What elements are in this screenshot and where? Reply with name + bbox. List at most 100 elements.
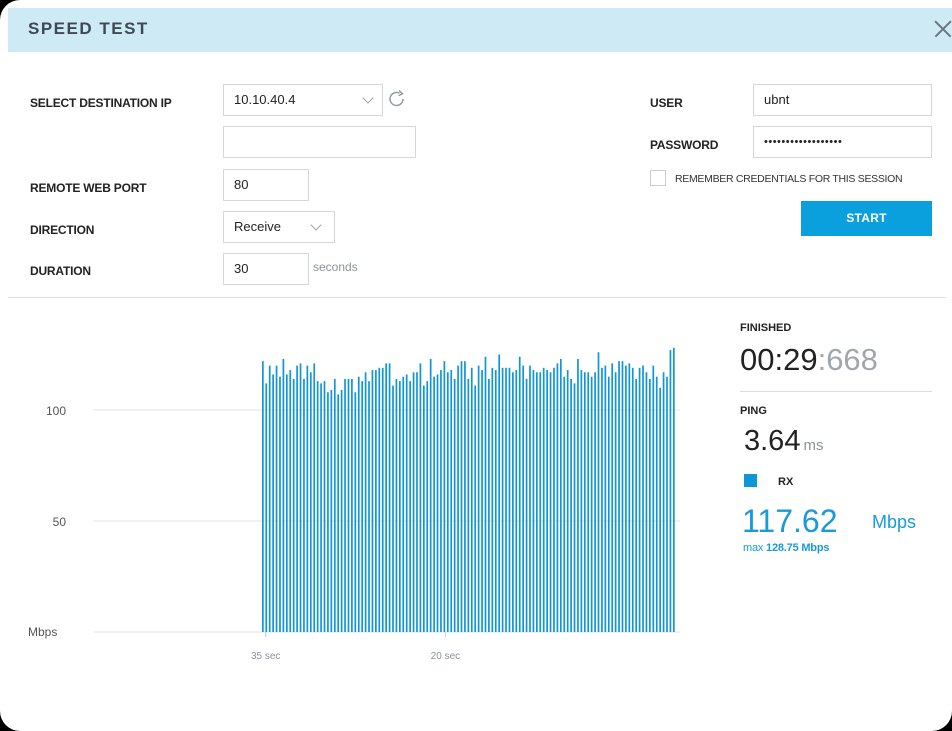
rx-bar xyxy=(313,363,316,632)
rx-bar xyxy=(536,372,538,632)
rx-bar xyxy=(303,378,305,632)
rx-bar xyxy=(265,383,268,632)
rx-bar xyxy=(347,378,350,632)
rx-unit: Mbps xyxy=(872,512,917,532)
rx-bar xyxy=(587,372,590,632)
rx-bar xyxy=(659,387,661,632)
user-label: USER xyxy=(650,96,683,110)
rx-bar xyxy=(344,378,346,632)
x-tick-label: 35 sec xyxy=(251,651,280,662)
remember-credentials-label: REMEMBER CREDENTIALS FOR THIS SESSION xyxy=(675,173,903,185)
rx-bar xyxy=(440,370,442,632)
rx-bar xyxy=(306,365,309,632)
rx-bar xyxy=(385,363,387,632)
chevron-down-icon xyxy=(310,219,322,231)
rx-bar xyxy=(467,378,470,632)
chevron-down-icon xyxy=(362,92,374,104)
rx-bar xyxy=(464,361,466,632)
rx-bar xyxy=(481,370,483,632)
rx-bar xyxy=(364,372,367,632)
secondary-ip-input[interactable] xyxy=(223,126,416,158)
rx-bar xyxy=(529,365,531,632)
remember-credentials-checkbox[interactable] xyxy=(650,170,666,186)
rx-bar xyxy=(631,367,634,632)
rx-bar xyxy=(505,367,507,632)
dialog-title: SPEED TEST xyxy=(28,19,149,38)
rx-bar xyxy=(559,358,562,632)
rx-bar xyxy=(508,367,511,632)
section-divider xyxy=(8,297,946,298)
remote-port-input[interactable]: 80 xyxy=(223,169,309,201)
rx-bar xyxy=(388,363,391,632)
rx-bar xyxy=(662,372,665,632)
rx-bar xyxy=(628,363,631,632)
rx-bar xyxy=(453,378,456,632)
rx-bar xyxy=(289,370,292,632)
rx-bar xyxy=(642,365,644,632)
ping-label: PING xyxy=(740,405,767,417)
remote-port-label: REMOTE WEB PORT xyxy=(30,181,147,195)
rx-bar xyxy=(279,376,281,632)
start-button[interactable]: START xyxy=(801,201,932,236)
rx-bar xyxy=(666,376,668,632)
rx-bar xyxy=(402,376,405,632)
user-input[interactable]: ubnt xyxy=(753,84,932,116)
close-icon[interactable] xyxy=(928,15,952,43)
y-tick-label: 50 xyxy=(53,515,67,529)
rx-bar xyxy=(549,372,552,632)
y-axis-label: Mbps xyxy=(28,625,57,639)
destination-ip-select[interactable]: 10.10.40.4 xyxy=(223,84,383,116)
rx-bar xyxy=(573,383,576,632)
rx-bar xyxy=(392,385,394,632)
rx-bar xyxy=(320,383,322,632)
rx-bar xyxy=(450,370,453,632)
password-input[interactable]: •••••••••••••••••• xyxy=(753,126,932,158)
rx-bar xyxy=(429,358,432,632)
password-label: PASSWORD xyxy=(650,138,719,152)
rx-bar xyxy=(412,372,415,632)
duration-input[interactable]: 30 xyxy=(223,253,309,285)
rx-bar xyxy=(268,365,271,632)
refresh-icon[interactable] xyxy=(386,88,408,110)
rx-bar xyxy=(357,376,360,632)
rx-bar xyxy=(433,376,435,632)
rx-bar xyxy=(361,381,364,632)
rx-bar xyxy=(337,394,340,632)
rx-max: max 128.75 Mbps xyxy=(743,542,829,554)
direction-select[interactable]: Receive xyxy=(223,211,335,243)
rx-bar xyxy=(375,370,377,632)
duration-label: DURATION xyxy=(30,264,91,278)
rx-bar xyxy=(546,370,548,632)
rx-bar xyxy=(635,378,638,632)
rx-max-value: 128.75 Mbps xyxy=(766,542,830,554)
rx-bar xyxy=(262,361,264,632)
rx-bar xyxy=(296,365,298,632)
ping-readout: 3.64 ms xyxy=(744,425,823,458)
dialog-header: SPEED TEST xyxy=(8,8,952,52)
rx-bar xyxy=(272,374,274,632)
rx-bar xyxy=(491,367,494,632)
rx-bar xyxy=(327,392,329,632)
stats-divider xyxy=(740,391,932,392)
rx-value: 117.62 xyxy=(742,503,838,539)
rx-bar xyxy=(601,367,603,632)
elapsed-timer: 00:29:668 xyxy=(740,342,878,378)
rx-bar xyxy=(340,390,343,632)
rx-bar xyxy=(381,367,384,632)
rx-bar xyxy=(638,367,641,632)
rx-bar xyxy=(494,370,497,632)
rx-bar xyxy=(618,361,620,632)
rx-bar xyxy=(351,378,353,632)
rx-bar xyxy=(621,361,624,632)
rx-bar xyxy=(645,372,648,632)
rx-bar xyxy=(371,370,374,632)
rx-bar xyxy=(409,381,411,632)
rx-bar xyxy=(583,372,586,632)
rx-bar xyxy=(669,350,672,632)
y-tick-label: 100 xyxy=(46,404,66,418)
rx-bar xyxy=(515,370,518,632)
rx-bar xyxy=(597,352,600,632)
rx-bar xyxy=(655,376,658,632)
rx-bar xyxy=(470,367,473,632)
rx-bar xyxy=(457,365,459,632)
